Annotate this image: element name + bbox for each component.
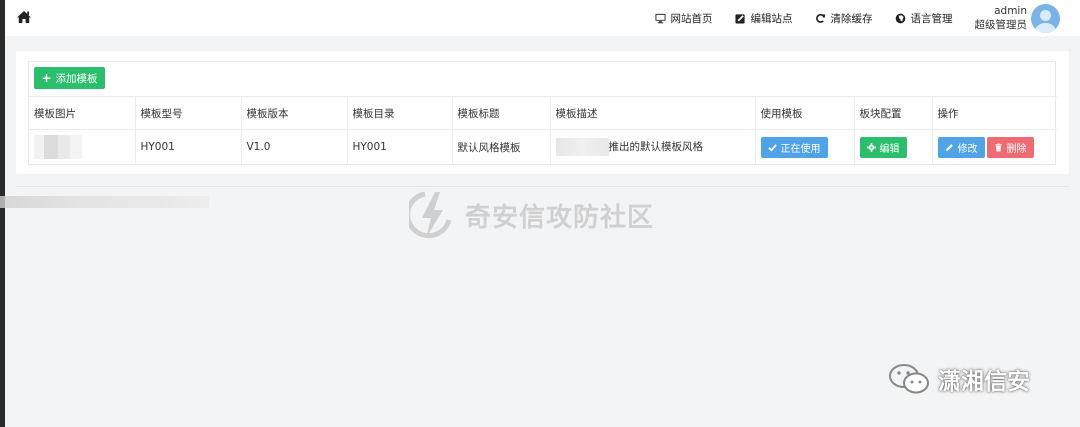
nav-label: 清除缓存 (830, 12, 873, 25)
edit-icon (734, 13, 745, 24)
header-directory: 模板目录 (347, 96, 453, 130)
user-info: admin 超级管理员 (975, 4, 1028, 32)
config-edit-label: 编辑 (879, 143, 900, 155)
add-template-button[interactable]: + 添加模板 (34, 67, 105, 89)
delete-button[interactable]: 删除 (986, 136, 1034, 158)
template-thumbnail (34, 135, 82, 160)
redacted-strip (0, 196, 209, 208)
header-image: 模板图片 (29, 96, 136, 130)
in-use-button[interactable]: 正在使用 (760, 136, 828, 158)
user-role: 超级管理员 (974, 19, 1028, 31)
config-edit-button[interactable]: 编辑 (859, 136, 907, 158)
watermark-bottom-right: 潇湘信安 (888, 362, 1030, 396)
lightning-logo-icon (409, 191, 452, 239)
header-model: 模板型号 (135, 96, 242, 130)
refresh-icon (815, 13, 825, 23)
header-description: 模板描述 (550, 96, 756, 130)
nav-language[interactable]: 语言管理 (895, 11, 953, 26)
pencil-icon (945, 143, 953, 151)
avatar[interactable] (1031, 3, 1060, 33)
template-table-box: + 添加模板 模板图片 模板型号 模板版本 模板目录 模板标题 模板描述 使用模… (28, 61, 1057, 165)
left-edge (0, 0, 5, 427)
cell-model: HY001 (135, 129, 242, 165)
globe-icon (895, 13, 905, 23)
watermark-center: 奇安信攻防社区 (409, 190, 654, 240)
add-template-label: 添加模板 (55, 72, 98, 85)
template-panel: + 添加模板 模板图片 模板型号 模板版本 模板目录 模板标题 模板描述 使用模… (16, 51, 1069, 174)
header-actions: 操作 (932, 96, 1057, 130)
modify-label: 修改 (957, 143, 978, 155)
nav-label: 语言管理 (910, 12, 953, 25)
check-icon (767, 144, 777, 152)
plus-icon: + (41, 71, 52, 85)
cell-directory: HY001 (347, 129, 453, 165)
watermark-center-text: 奇安信攻防社区 (465, 202, 655, 233)
header-title: 模板标题 (452, 96, 551, 130)
nav-edit-site[interactable]: 编辑站点 (734, 11, 793, 26)
cell-actions: 修改 删除 (932, 130, 1057, 165)
top-nav: 网站首页 编辑站点 清除缓存 语言管理 admin 超级管理员 (654, 0, 1080, 36)
header-version: 模板版本 (241, 96, 348, 130)
cell-image (29, 129, 136, 165)
header-use: 使用模板 (755, 96, 855, 130)
header-config: 板块配置 (854, 96, 933, 130)
in-use-label: 正在使用 (780, 143, 821, 155)
nav-clear-cache[interactable]: 清除缓存 (815, 11, 873, 26)
cell-use: 正在使用 (755, 129, 855, 165)
table-header-row: 模板图片 模板型号 模板版本 模板目录 模板标题 模板描述 使用模板 板块配置 … (29, 96, 1057, 130)
cell-title: 默认风格模板 (452, 129, 551, 165)
delete-label: 删除 (1006, 143, 1027, 155)
home-icon[interactable] (16, 9, 32, 25)
top-bar: 网站首页 编辑站点 清除缓存 语言管理 admin 超级管理员 (5, 0, 1080, 36)
trash-icon (994, 143, 1002, 152)
nav-label: 编辑站点 (750, 12, 793, 25)
redacted-blur (555, 138, 609, 157)
cell-description: 推出的默认模板风格 (550, 129, 756, 165)
template-table: 模板图片 模板型号 模板版本 模板目录 模板标题 模板描述 使用模板 板块配置 … (29, 96, 1057, 165)
modify-button[interactable]: 修改 (937, 136, 985, 158)
watermark-br-text: 潇湘信安 (938, 369, 1030, 395)
description-text: 推出的默认模板风格 (608, 141, 704, 154)
wechat-icon (889, 364, 929, 394)
monitor-icon (654, 13, 666, 23)
user-name: admin (994, 5, 1027, 17)
cell-version: V1.0 (241, 129, 348, 165)
table-row: HY001 V1.0 HY001 默认风格模板 推出的默认模板风格 正在使用 编… (29, 129, 1057, 165)
gear-icon (866, 142, 876, 152)
nav-label: 网站首页 (670, 12, 713, 25)
nav-site-home[interactable]: 网站首页 (654, 11, 713, 26)
user-menu[interactable]: admin 超级管理员 (975, 3, 1060, 33)
cell-config: 编辑 (854, 129, 933, 165)
divider (16, 186, 1069, 187)
